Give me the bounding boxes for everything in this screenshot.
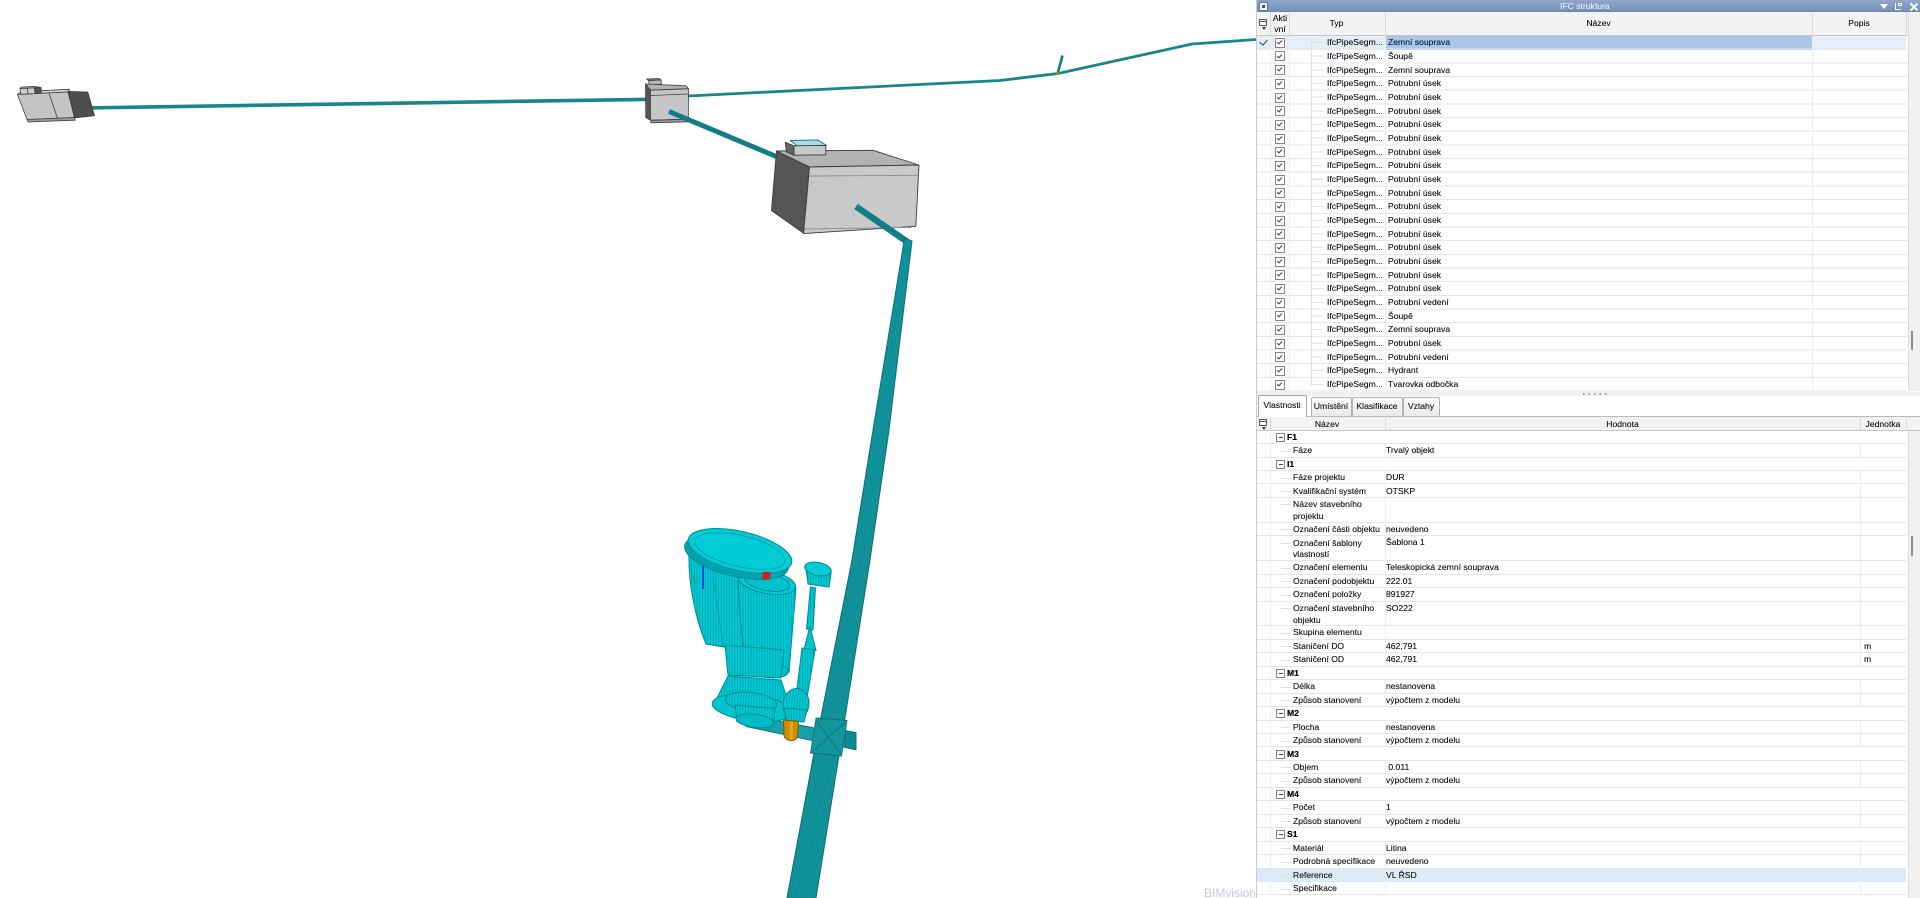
svg-text:BIMvision: BIMvision — [1204, 886, 1256, 898]
